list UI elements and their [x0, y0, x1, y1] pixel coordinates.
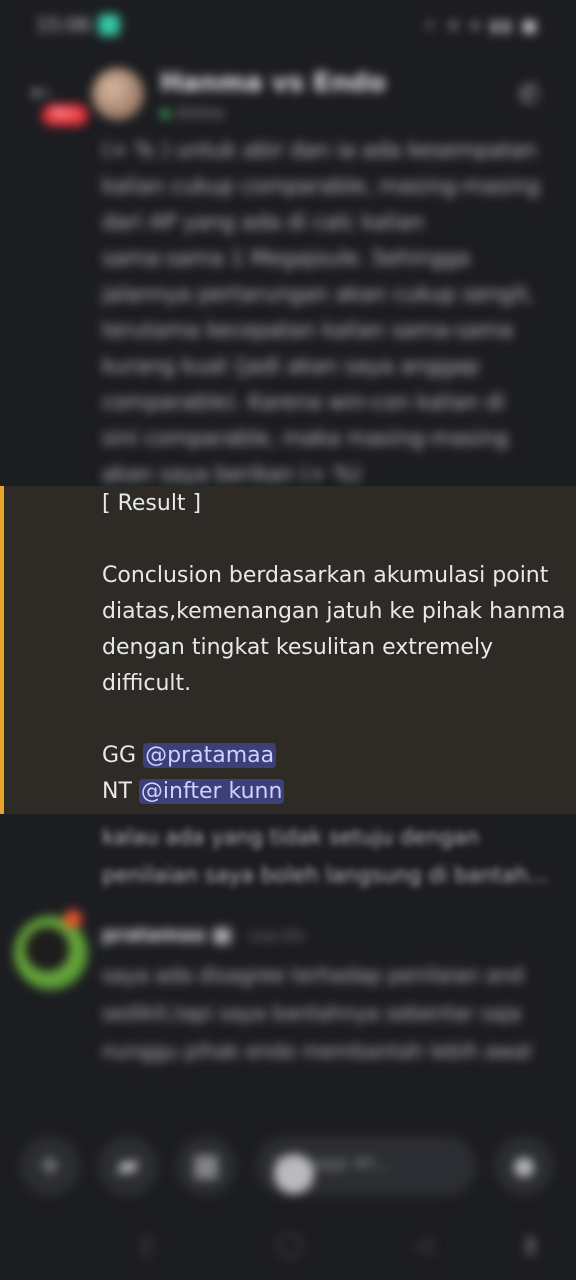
message-line: saya ada disagree terhadap penilaian and	[102, 963, 524, 987]
chevron-right-icon[interactable]: ›	[360, 72, 368, 96]
mention-infter-kunn[interactable]: @infter kunn	[138, 779, 285, 804]
notification-app-icon	[98, 14, 120, 36]
message-body: saya ada disagree terhadap penilaian and…	[102, 956, 562, 1070]
message-header: pratamaa Live 0%	[102, 924, 304, 946]
message-line: (+ % ) untuk abir dan ia ada kesempatan	[102, 138, 537, 162]
message-line: kalian cukup comparable, masing-masing	[102, 174, 540, 198]
message-body-after: kalau ada yang tidak setuju dengan penil…	[102, 818, 562, 894]
author-name[interactable]: pratamaa	[102, 924, 205, 946]
nt-prefix: NT	[102, 779, 132, 804]
home-icon[interactable]: ◯	[276, 1230, 303, 1258]
message-line: sama-sama 1 Megajoule. Sehingga	[102, 246, 471, 270]
message-line: jalannya pertarungan akan cukup sengit,	[102, 282, 534, 306]
channel-subtitle: Online	[160, 104, 224, 122]
gg-line: GG @pratamaa	[102, 738, 572, 774]
message-input[interactable]: Message #t...	[256, 1136, 476, 1196]
nt-line: NT @infter kunn	[102, 774, 572, 810]
status-bar: 15:06 ⚡ ✕ ▾ ▮▮ ■	[0, 0, 576, 52]
unread-badge: 99+	[42, 104, 88, 126]
message-line: terutama kecepatan kalian sama-sama	[102, 318, 514, 342]
role-tag-icon	[213, 927, 232, 944]
message-body-previous: (+ % ) untuk abir dan ia ada kesempatan …	[102, 132, 562, 492]
channel-title[interactable]: Hanma vs Endo	[160, 68, 386, 98]
mention-pratamaa[interactable]: @pratamaa	[143, 743, 277, 768]
channel-avatar[interactable]	[92, 68, 144, 120]
back-icon[interactable]: ◁	[414, 1230, 432, 1258]
avatar-decoration	[64, 910, 82, 928]
conclusion-line: diatas,kemenangan jatuh ke pihak hanma	[102, 599, 566, 624]
highlighted-message[interactable]: [ Result ] Conclusion berdasarkan akumul…	[0, 486, 576, 814]
message-line: kalau ada yang tidak setuju dengan	[102, 825, 480, 849]
gg-prefix: GG	[102, 743, 137, 768]
status-time: 15:06	[36, 14, 91, 36]
android-nav-bar: ▯ ◯ ◁ ▮	[0, 1216, 576, 1280]
highlighted-message-text: [ Result ] Conclusion berdasarkan akumul…	[102, 486, 572, 810]
chat-header: ← 99+ Hanma vs Endo › Online ✆	[0, 52, 576, 132]
add-attachment-button[interactable]: +	[20, 1136, 80, 1196]
message-line: dari AP yang ada di calc kalian	[102, 210, 425, 234]
conclusion-line: Conclusion berdasarkan akumulasi point	[102, 563, 549, 588]
message-input-bar: + ▰ ▦ Message #t... ●	[0, 1128, 576, 1208]
back-arrow-icon[interactable]: ←	[30, 78, 52, 108]
phone-icon[interactable]: ✆	[518, 80, 540, 110]
conclusion-line: dengan tingkat kesulitan extremely	[102, 635, 494, 660]
system-status-icons: ⚡ ✕ ▾ ▮▮ ■	[424, 16, 540, 35]
message-line: sini comparable, maka masing-masing	[102, 426, 509, 450]
message-line: comparable). Karena win-con kalian di	[102, 390, 506, 414]
microphone-icon[interactable]: ●	[494, 1136, 554, 1196]
apps-icon[interactable]: ▦	[176, 1136, 236, 1196]
message-line: sedikit,tapi saya bantahnya sebentar saj…	[102, 1001, 522, 1025]
message-time: Live 0%	[249, 929, 305, 945]
result-label: [ Result ]	[102, 491, 202, 516]
gamepad-icon[interactable]: ▰	[98, 1136, 158, 1196]
message-line: nunggu pihak endo membantah lebih awal	[102, 1039, 532, 1063]
online-status-icon	[160, 108, 170, 119]
message-line: kurang kuat (jadi akan saya anggap	[102, 354, 480, 378]
accessibility-icon[interactable]: ▮	[524, 1230, 537, 1258]
message-line: penilaian saya boleh langsung di bantah.…	[102, 863, 549, 887]
conclusion-line: difficult.	[102, 671, 192, 696]
recents-icon[interactable]: ▯	[140, 1230, 153, 1258]
emoji-icon[interactable]	[274, 1154, 314, 1194]
